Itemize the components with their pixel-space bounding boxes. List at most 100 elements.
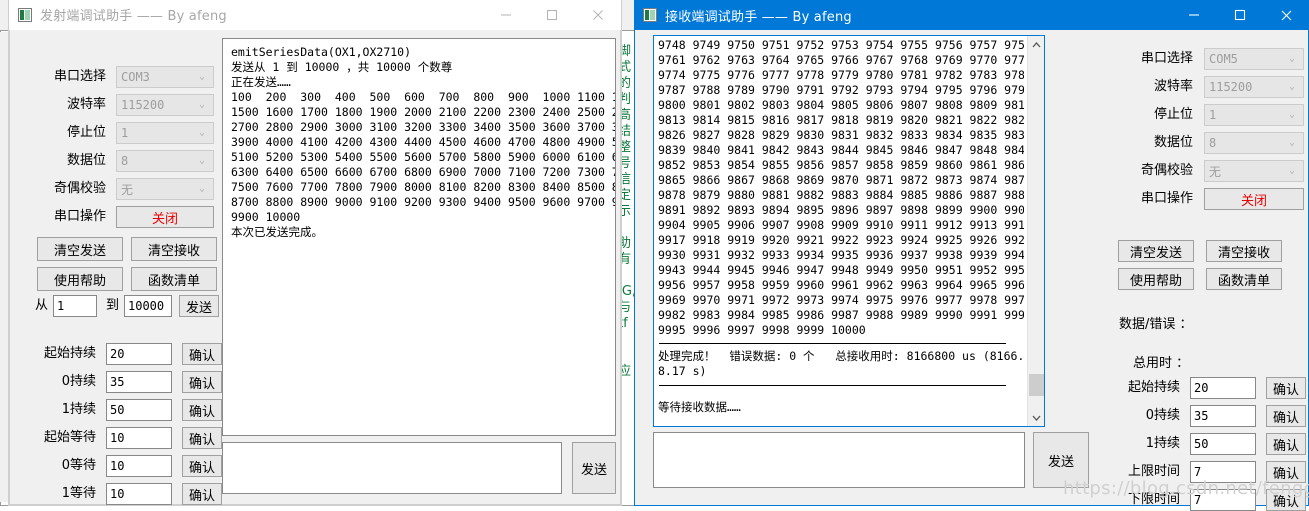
scroll-down-icon[interactable] (1028, 409, 1045, 426)
receiver-number-row: 9865 9866 9867 9868 9869 9870 9871 9872 … (658, 173, 1024, 187)
stopbits-row: 停止位 1 ⌄ (1101, 104, 1304, 126)
port-label: 串口选择 (53, 69, 106, 84)
databits-row: 数据位 8 ⌄ (1101, 132, 1304, 154)
param-input[interactable]: 20 (106, 343, 172, 365)
transmitter-output-text: emitSeriesData(OX1,OX2710) 发送从 1 到 10000… (231, 45, 615, 239)
transmitter-titlebar[interactable]: 发射端调试助手 —— By afeng (9, 0, 621, 30)
port-label: 串口选择 (1140, 51, 1193, 66)
maximize-icon[interactable] (529, 0, 575, 30)
transmitter-window[interactable]: 发射端调试助手 —— By afeng 串口选择 COM3 ⌄ 波特率 1152… (8, 0, 622, 506)
function-list-button[interactable]: 函数清单 (1206, 268, 1282, 290)
transmitter-send-button[interactable]: 发送 (572, 442, 616, 494)
baud-select[interactable]: 115200 ⌄ (1204, 76, 1304, 98)
baud-select[interactable]: 115200 ⌄ (116, 94, 214, 116)
send-range-button[interactable]: 发送 (179, 295, 219, 317)
param-confirm-button[interactable]: 确认 (182, 343, 222, 365)
function-list-button[interactable]: 函数清单 (131, 267, 217, 291)
port-row: 串口选择 COM5 ⌄ (1101, 48, 1304, 70)
param-input[interactable]: 35 (106, 371, 172, 393)
receiver-window-buttons (1171, 0, 1309, 30)
clear-recv-button[interactable]: 清空接收 (131, 237, 217, 261)
stopbits-select[interactable]: 1 ⌄ (116, 122, 214, 144)
transmitter-send-input[interactable] (222, 442, 562, 494)
clear-send-button[interactable]: 清空发送 (1118, 240, 1194, 262)
param-confirm-button[interactable]: 确认 (1266, 433, 1306, 455)
range-row: 从 1 到 10000 发送 (32, 295, 219, 317)
param-confirm-button[interactable]: 确认 (182, 483, 222, 505)
param-label: 1持续 (1145, 436, 1180, 451)
parity-label: 奇偶校验 (1140, 163, 1193, 178)
receiver-send-input[interactable] (653, 432, 1025, 488)
receiver-window[interactable]: 接收端调试助手 —— By afeng 9748 9749 9750 9751 … (634, 0, 1309, 511)
to-input[interactable]: 10000 (124, 295, 172, 317)
baud-value: 115200 (121, 98, 165, 112)
receiver-number-stream: 9748 9749 9750 9751 9752 9753 9754 9755 … (658, 38, 1024, 338)
receiver-output-scrollbar[interactable] (1027, 36, 1044, 426)
receiver-number-row: 9852 9853 9854 9855 9856 9857 9858 9859 … (658, 158, 1024, 172)
port-select[interactable]: COM5 ⌄ (1204, 48, 1304, 70)
clear-send-button[interactable]: 清空发送 (37, 237, 123, 261)
maximize-icon[interactable] (1217, 0, 1263, 30)
param-confirm-button[interactable]: 确认 (1266, 405, 1306, 427)
param-input[interactable]: 50 (1190, 433, 1256, 455)
param-confirm-button[interactable]: 确认 (182, 455, 222, 477)
parity-label: 奇偶校验 (53, 181, 106, 196)
receiver-titlebar[interactable]: 接收端调试助手 —— By afeng (634, 0, 1309, 30)
stopbits-value: 1 (121, 126, 129, 140)
port-select[interactable]: COM3 ⌄ (116, 66, 214, 88)
scroll-thumb[interactable] (1029, 374, 1044, 396)
minimize-icon[interactable] (1171, 0, 1217, 30)
parity-select[interactable]: 无 ⌄ (1204, 160, 1304, 182)
close-icon[interactable] (1263, 0, 1309, 30)
param-row: 0持续 35 确认 (32, 371, 222, 393)
baud-value: 115200 (1209, 80, 1253, 94)
param-label: 起始持续 (1127, 380, 1180, 395)
receiver-number-row: 9891 9892 9893 9894 9895 9896 9897 9898 … (658, 203, 1024, 217)
param-input[interactable]: 35 (1190, 405, 1256, 427)
param-input[interactable]: 50 (106, 399, 172, 421)
parity-select[interactable]: 无 ⌄ (116, 178, 214, 200)
param-input[interactable]: 20 (1190, 377, 1256, 399)
param-row: 1持续 50 确认 (32, 399, 222, 421)
param-label: 起始等待 (43, 430, 96, 445)
param-confirm-button[interactable]: 确认 (182, 427, 222, 449)
clear-recv-button[interactable]: 清空接收 (1206, 240, 1282, 262)
param-confirm-button[interactable]: 确认 (182, 371, 222, 393)
databits-select[interactable]: 8 ⌄ (116, 150, 214, 172)
param-row: 0持续 35 确认 (1116, 405, 1306, 427)
transmitter-output-panel[interactable]: emitSeriesData(OX1,OX2710) 发送从 1 到 10000… (222, 38, 616, 436)
param-row: 起始持续 20 确认 (1116, 377, 1306, 399)
databits-label: 数据位 (1153, 135, 1193, 150)
param-label: 1持续 (61, 402, 96, 417)
databits-row: 数据位 8 ⌄ (10, 150, 214, 172)
param-input[interactable]: 10 (106, 427, 172, 449)
help-button[interactable]: 使用帮助 (1118, 268, 1194, 290)
minimize-icon[interactable] (483, 0, 529, 30)
stopbits-select[interactable]: 1 ⌄ (1204, 104, 1304, 126)
receiver-number-row: 9813 9814 9815 9816 9817 9818 9819 9820 … (658, 113, 1024, 127)
param-input[interactable]: 10 (106, 455, 172, 477)
receiver-number-row: 9774 9775 9776 9777 9778 9779 9780 9781 … (658, 68, 1024, 82)
from-input[interactable]: 1 (53, 295, 97, 317)
port-close-button[interactable]: 关闭 (1204, 188, 1304, 210)
receiver-output-panel[interactable]: 9748 9749 9750 9751 9752 9753 9754 9755 … (653, 35, 1045, 427)
param-label: 0持续 (1145, 408, 1180, 423)
app-icon (643, 8, 657, 22)
param-confirm-button[interactable]: 确认 (1266, 377, 1306, 399)
receiver-waiting-line: 等待接收数据…… (658, 400, 741, 414)
transmitter-settings-panel: 串口选择 COM3 ⌄ 波特率 115200 ⌄ 停止位 1 ⌄ 数据位 8 ⌄… (10, 30, 222, 505)
port-close-button[interactable]: 关闭 (116, 206, 214, 228)
chevron-down-icon: ⌄ (198, 127, 206, 138)
divider-top (659, 343, 1006, 344)
param-row: 0等待 10 确认 (32, 455, 222, 477)
param-row: 1持续 50 确认 (1116, 433, 1306, 455)
close-icon[interactable] (575, 0, 621, 30)
databits-select[interactable]: 8 ⌄ (1204, 132, 1304, 154)
help-button[interactable]: 使用帮助 (37, 267, 123, 291)
scroll-up-icon[interactable] (1028, 36, 1045, 53)
param-input[interactable]: 10 (106, 483, 172, 505)
stopbits-label: 停止位 (66, 125, 106, 140)
param-confirm-button[interactable]: 确认 (182, 399, 222, 421)
receiver-status-line-2: 8.17 s) (658, 364, 707, 378)
receiver-settings-panel: 串口选择 COM5 ⌄ 波特率 115200 ⌄ 停止位 1 ⌄ 数据位 8 ⌄… (1101, 30, 1308, 511)
